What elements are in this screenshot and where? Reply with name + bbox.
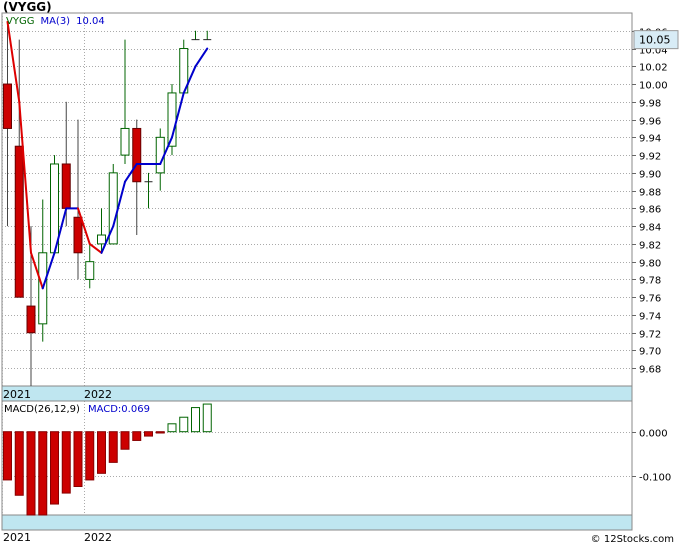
last-price-label: 10.05 <box>639 34 671 47</box>
watermark: © 12Stocks.com <box>590 534 674 545</box>
macd-legend-value: MACD:0.069 <box>88 404 150 415</box>
macd-legend-label: MACD(26,12,9) <box>4 404 80 415</box>
price-y-tick-label: 9.70 <box>639 347 661 358</box>
price-y-tick-label: 9.74 <box>639 312 661 323</box>
macd-bar <box>144 431 153 437</box>
macd-bar <box>26 431 36 516</box>
macd-x-tick-label: 2021 <box>3 531 31 544</box>
price-y-tick-label: 9.72 <box>639 330 661 341</box>
macd-bar <box>108 431 118 463</box>
macd-bar <box>50 431 59 505</box>
macd-date-band <box>1 514 633 531</box>
price-y-tick-label: 9.92 <box>639 152 661 163</box>
price-x-tick-label: 2022 <box>84 388 112 401</box>
macd-y-tick-label: -0.100 <box>639 473 671 484</box>
macd-bar <box>73 431 83 488</box>
macd-bar <box>14 431 24 496</box>
price-y-tick-label: 9.76 <box>639 294 661 305</box>
macd-bar <box>120 431 130 450</box>
candle-body <box>61 163 71 209</box>
macd-bar <box>191 407 200 433</box>
candle-body <box>3 83 12 129</box>
macd-bar <box>132 431 142 441</box>
price-y-tick-label: 9.82 <box>639 241 661 252</box>
macd-bar <box>202 403 212 433</box>
candle-body <box>155 136 165 174</box>
price-y-tick-label: 9.80 <box>639 259 661 270</box>
macd-bar <box>3 431 12 481</box>
price-y-tick-label: 9.90 <box>639 170 661 181</box>
price-y-tick-label: 9.68 <box>639 365 661 376</box>
macd-bar <box>61 431 71 494</box>
macd-bar <box>85 431 95 481</box>
legend-ticker: VYGG <box>6 16 34 27</box>
macd-bar <box>38 431 48 516</box>
price-legend: VYGG MA(3) 10.04 <box>6 16 105 27</box>
price-panel <box>1 12 633 402</box>
macd-panel <box>1 400 633 531</box>
candle-body <box>85 261 95 280</box>
price-y-tick-label: 9.86 <box>639 205 661 216</box>
macd-y-tick-label: 0.000 <box>639 429 668 440</box>
price-x-tick-label: 2021 <box>3 388 31 401</box>
price-y-tick-label: 9.78 <box>639 276 661 287</box>
candle-body <box>14 145 24 298</box>
price-y-tick-label: 9.96 <box>639 117 661 128</box>
macd-bar <box>179 416 189 433</box>
candle-body <box>132 127 142 183</box>
price-y-tick-label: 9.94 <box>639 134 661 145</box>
legend-ma-value: 10.04 <box>76 16 105 27</box>
macd-x-tick-label: 2022 <box>84 531 112 544</box>
legend-ma-label: MA(3) <box>40 16 70 27</box>
price-y-tick-label: 10.00 <box>639 81 668 92</box>
candle-body <box>120 127 130 156</box>
macd-bar <box>97 431 106 474</box>
stock-chart: 10.0610.0410.0210.009.989.969.949.929.90… <box>1 12 679 544</box>
price-y-tick-label: 9.84 <box>639 223 661 234</box>
candle-body <box>73 216 83 254</box>
candle <box>50 155 59 254</box>
price-y-tick-label: 9.88 <box>639 188 661 199</box>
macd-bar <box>155 431 165 434</box>
price-y-tick-label: 10.02 <box>639 63 668 74</box>
macd-legend: MACD(26,12,9) MACD:0.069 <box>4 404 150 415</box>
macd-bar <box>167 423 177 433</box>
candle-body <box>26 305 36 334</box>
candle-body <box>97 234 106 245</box>
price-y-tick-label: 9.98 <box>639 99 661 110</box>
